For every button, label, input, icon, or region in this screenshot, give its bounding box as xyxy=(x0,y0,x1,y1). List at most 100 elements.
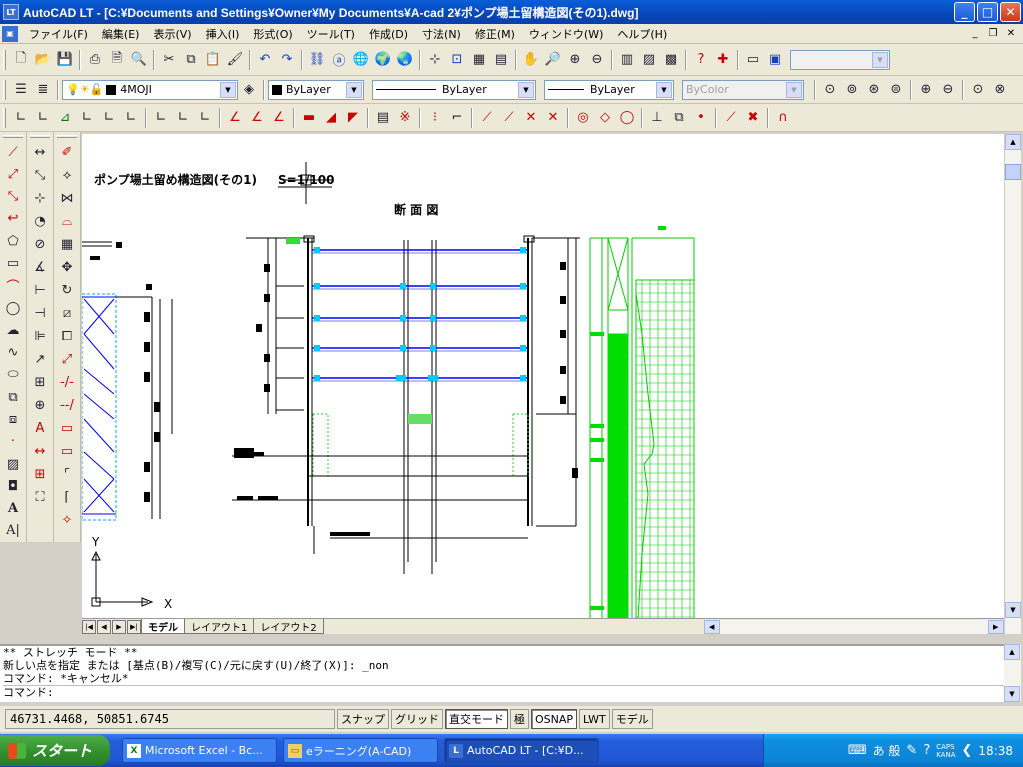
maximize-button[interactable]: □ xyxy=(977,2,998,22)
snap-nearest-icon[interactable]: ⟋ xyxy=(720,107,742,129)
ucs-face-icon[interactable]: ⊿ xyxy=(54,107,76,129)
ucs-3point-icon[interactable]: ∟ xyxy=(194,107,216,129)
array-icon[interactable]: ▦ xyxy=(56,233,78,256)
snap-tracking-icon[interactable]: ⌐ xyxy=(446,107,468,129)
extend-icon[interactable]: --/ xyxy=(56,394,78,417)
zoom-realtime-icon[interactable]: 🔎 xyxy=(542,49,564,71)
dim-ordinate-icon[interactable]: ⊹ xyxy=(29,187,51,210)
doc-minimize-button[interactable]: _ xyxy=(967,27,983,41)
trim-icon[interactable]: -/- xyxy=(56,371,78,394)
menu-draw[interactable]: 作成(D) xyxy=(362,26,415,42)
scroll-thumb[interactable] xyxy=(1005,164,1021,180)
spell-check-icon[interactable]: 🔍 xyxy=(128,49,150,71)
spline-icon[interactable]: ∿ xyxy=(2,342,24,364)
viewport-icon[interactable]: ▦ xyxy=(468,49,490,71)
point-icon[interactable]: · xyxy=(2,431,24,453)
close-button[interactable]: ✕ xyxy=(1000,2,1021,22)
plot-style-select[interactable]: ByColor ▼ xyxy=(682,79,804,100)
ortho-toggle[interactable]: 直交モード xyxy=(445,709,508,729)
menu-modify[interactable]: 修正(M) xyxy=(468,26,522,42)
doc-close-button[interactable]: ✕ xyxy=(1003,27,1019,41)
scroll-left-icon[interactable]: ◀ xyxy=(703,619,720,634)
taskbar-excel[interactable]: X Microsoft Excel - Bc... xyxy=(122,738,277,763)
lengthen-icon[interactable]: ⤢ xyxy=(56,348,78,371)
save-icon[interactable]: 💾 xyxy=(54,49,76,71)
express-tools-icon[interactable]: ✚ xyxy=(712,49,734,71)
make-block-icon[interactable]: ⧈ xyxy=(2,408,24,430)
copy-icon[interactable]: ⧉ xyxy=(180,49,202,71)
snap-toggle[interactable]: スナップ xyxy=(337,709,389,729)
rectangle-icon[interactable]: ▭ xyxy=(2,252,24,274)
horizontal-scrollbar[interactable]: ◀ ▶ xyxy=(703,619,1004,634)
snap-insert-icon[interactable]: ⧉ xyxy=(668,107,690,129)
start-button[interactable]: スタート xyxy=(0,735,110,766)
taskbar-autocad[interactable]: L AutoCAD LT - [C:¥D... xyxy=(444,738,599,763)
etransmit-icon[interactable]: 🌏 xyxy=(394,49,416,71)
publish-icon[interactable]: 🌍 xyxy=(372,49,394,71)
undo-icon[interactable]: ↶ xyxy=(254,49,276,71)
paste-icon[interactable]: 📋 xyxy=(202,49,224,71)
model-space-icon[interactable]: ▣ xyxy=(764,49,786,71)
command-scrollbar[interactable]: ▲ ▼ xyxy=(1004,644,1021,702)
dim-continue-icon[interactable]: ⊫ xyxy=(29,325,51,348)
zoom-out-icon[interactable]: ⊖ xyxy=(937,79,959,101)
snap-center-icon[interactable]: ◎ xyxy=(572,107,594,129)
quick-dim-icon[interactable]: ⊢ xyxy=(29,279,51,302)
menu-view[interactable]: 表示(V) xyxy=(146,26,198,42)
ucs-x-rotate-icon[interactable]: ∠ xyxy=(224,107,246,129)
lineweight-select[interactable]: ByLayer ▼ xyxy=(544,79,674,100)
break-icon[interactable]: ▭ xyxy=(56,417,78,440)
dim-radius-icon[interactable]: ◔ xyxy=(29,210,51,233)
dim-text-edit-icon[interactable]: ↔ xyxy=(29,440,51,463)
help-icon[interactable]: ? xyxy=(690,49,712,71)
ucs-object-icon[interactable]: ∟ xyxy=(76,107,98,129)
explode-icon[interactable]: ✧ xyxy=(56,509,78,532)
next-tab-icon[interactable]: ▶ xyxy=(112,619,126,634)
ucs-z-rotate-icon[interactable]: ∠ xyxy=(268,107,290,129)
make-current-layer-icon[interactable]: ≣ xyxy=(32,79,54,101)
keyboard-icon[interactable]: ⌨ xyxy=(848,743,867,758)
rotate-icon[interactable]: ↻ xyxy=(56,279,78,302)
grid-toggle[interactable]: グリッド xyxy=(391,709,443,729)
region-icon[interactable]: ◘ xyxy=(2,475,24,497)
osnap-settings-icon[interactable]: ∩ xyxy=(772,107,794,129)
dim-style-icon[interactable]: ⛶ xyxy=(29,486,51,509)
tab-layout2[interactable]: レイアウト2 xyxy=(253,619,324,634)
last-tab-icon[interactable]: ▶| xyxy=(127,619,141,634)
chevron-down-icon[interactable]: ▼ xyxy=(786,81,802,98)
match-properties-icon[interactable]: 🖌 xyxy=(224,49,246,71)
snap-intersection-icon[interactable]: ✕ xyxy=(520,107,542,129)
print-icon[interactable]: ⎙ xyxy=(84,49,106,71)
snap-quadrant-icon[interactable]: ◇ xyxy=(594,107,616,129)
snap-apparent-intersection-icon[interactable]: ✕ xyxy=(542,107,564,129)
snap-node-icon[interactable]: • xyxy=(690,107,712,129)
ucs-view-icon[interactable]: ∟ xyxy=(98,107,120,129)
scroll-right-icon[interactable]: ▶ xyxy=(987,619,1004,634)
line-icon[interactable]: ⟋ xyxy=(2,141,24,163)
menu-edit[interactable]: 編集(E) xyxy=(95,26,147,42)
autocad-app-icon[interactable]: LT xyxy=(3,4,19,20)
ellipse-icon[interactable]: ⬭ xyxy=(2,364,24,386)
center-mark-icon[interactable]: ⊕ xyxy=(29,394,51,417)
pan-realtime-icon[interactable]: ✋ xyxy=(520,49,542,71)
offset-icon[interactable]: ⌓ xyxy=(56,210,78,233)
scale-icon[interactable]: ⧄ xyxy=(56,302,78,325)
snap-from-icon[interactable]: ⁝ xyxy=(424,107,446,129)
circle-icon[interactable]: ◯ xyxy=(2,297,24,319)
polyline-icon[interactable]: ⤡ xyxy=(2,186,24,208)
scroll-down-icon[interactable]: ▼ xyxy=(1004,686,1020,702)
dim-continue-icon[interactable]: ▤ xyxy=(372,107,394,129)
ucs-z-icon[interactable]: ∟ xyxy=(172,107,194,129)
dim-horizontal-icon[interactable]: ↔ xyxy=(29,141,51,164)
zoom-dynamic-icon[interactable]: ⊚ xyxy=(841,79,863,101)
first-tab-icon[interactable]: |◀ xyxy=(82,619,96,634)
scroll-up-icon[interactable]: ▲ xyxy=(1005,134,1021,150)
tab-model[interactable]: モデル xyxy=(141,619,185,634)
dim-aligned-icon[interactable]: ⤡ xyxy=(29,164,51,187)
scroll-up-icon[interactable]: ▲ xyxy=(1004,644,1020,660)
dim-aligned-icon[interactable]: ◢ xyxy=(320,107,342,129)
break-at-point-icon[interactable]: ▭ xyxy=(56,440,78,463)
tool-palettes-icon[interactable]: ▩ xyxy=(660,49,682,71)
layer-select[interactable]: 💡 ☀ 🔓 4MOJI ▼ xyxy=(62,79,238,100)
hatch-icon[interactable]: ▨ xyxy=(2,453,24,475)
